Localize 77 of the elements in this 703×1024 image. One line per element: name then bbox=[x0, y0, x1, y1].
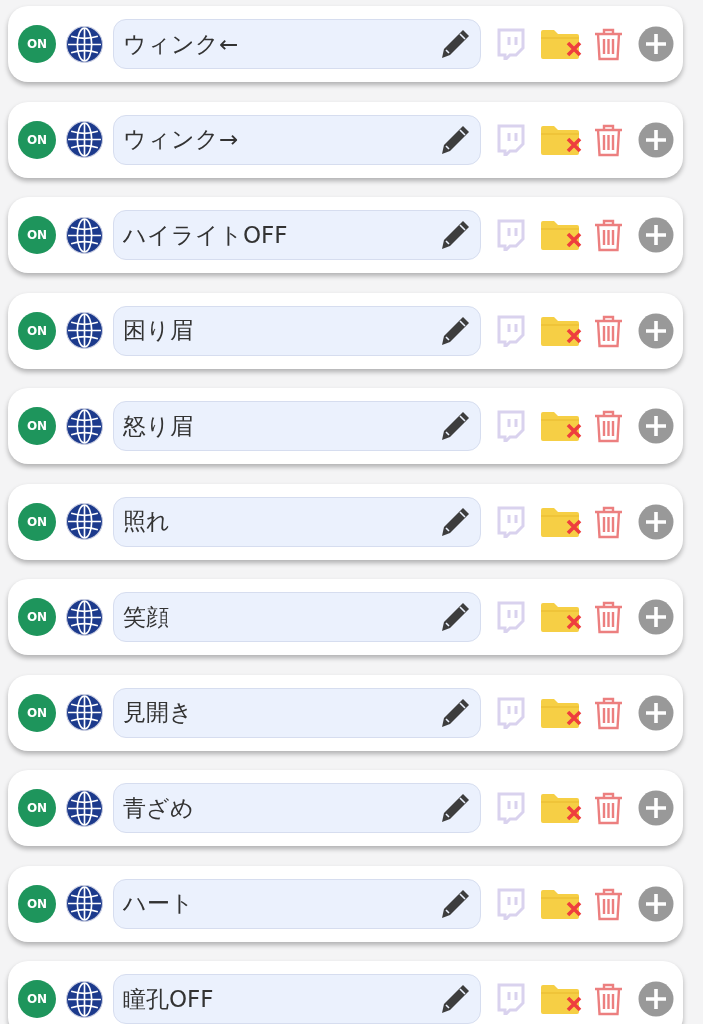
add-icon[interactable] bbox=[638, 694, 674, 731]
pencil-icon[interactable] bbox=[439, 219, 471, 251]
trash-icon[interactable] bbox=[594, 122, 623, 157]
folder-delete-icon[interactable] bbox=[540, 219, 582, 251]
pencil-icon[interactable] bbox=[439, 983, 471, 1015]
globe-icon[interactable] bbox=[66, 216, 103, 254]
trash-icon[interactable] bbox=[594, 791, 623, 825]
name-field[interactable]: 見開き bbox=[113, 687, 481, 738]
name-field[interactable]: 笑顔 bbox=[113, 592, 481, 642]
folder-delete-icon[interactable] bbox=[540, 123, 582, 156]
folder-delete-icon[interactable] bbox=[540, 887, 582, 920]
on-toggle[interactable]: ON bbox=[18, 407, 56, 445]
folder-delete-icon[interactable] bbox=[540, 28, 582, 60]
add-icon[interactable] bbox=[638, 981, 674, 1017]
trash-icon[interactable] bbox=[594, 982, 623, 1016]
name-field[interactable]: ウィンク→ bbox=[113, 114, 481, 165]
add-icon[interactable] bbox=[638, 885, 674, 922]
on-toggle[interactable]: ON bbox=[18, 502, 56, 541]
globe-icon[interactable] bbox=[66, 407, 103, 445]
globe-icon[interactable] bbox=[66, 694, 103, 731]
globe-icon[interactable] bbox=[66, 121, 103, 158]
folder-delete-icon[interactable] bbox=[540, 601, 582, 633]
add-icon[interactable] bbox=[638, 599, 674, 635]
name-field[interactable]: ハイライトOFF bbox=[113, 210, 481, 260]
add-icon[interactable] bbox=[638, 312, 674, 349]
globe-icon[interactable] bbox=[66, 312, 103, 349]
name-field[interactable]: 怒り眉 bbox=[113, 401, 481, 451]
on-toggle[interactable]: ON bbox=[18, 216, 56, 254]
on-toggle[interactable]: ON bbox=[18, 311, 56, 350]
folder-delete-icon[interactable] bbox=[540, 696, 582, 729]
globe-icon[interactable] bbox=[66, 789, 103, 827]
on-toggle[interactable]: ON bbox=[18, 980, 56, 1018]
folder-delete-icon[interactable] bbox=[540, 314, 582, 347]
add-icon[interactable] bbox=[638, 790, 674, 826]
name-field[interactable]: 困り眉 bbox=[113, 305, 481, 356]
pencil-icon[interactable] bbox=[439, 410, 471, 442]
add-icon[interactable] bbox=[638, 408, 674, 444]
globe-icon[interactable] bbox=[66, 503, 103, 540]
pencil-icon[interactable] bbox=[439, 505, 471, 538]
name-field[interactable]: ウィンク← bbox=[113, 19, 481, 69]
name-field[interactable]: ハート bbox=[113, 878, 481, 929]
folder-delete-icon[interactable] bbox=[540, 983, 582, 1015]
add-icon[interactable] bbox=[638, 26, 674, 62]
folder-delete-icon[interactable] bbox=[540, 410, 582, 442]
name-field[interactable]: 青ざめ bbox=[113, 783, 481, 833]
trash-icon[interactable] bbox=[594, 600, 623, 634]
add-icon[interactable] bbox=[638, 121, 674, 158]
folder-delete-icon[interactable] bbox=[540, 792, 582, 824]
trash-icon[interactable] bbox=[594, 218, 623, 252]
pencil-icon[interactable] bbox=[439, 601, 471, 633]
trash-icon[interactable] bbox=[594, 695, 623, 730]
globe-icon[interactable] bbox=[66, 598, 103, 636]
add-icon[interactable] bbox=[638, 503, 674, 540]
globe-icon[interactable] bbox=[66, 980, 103, 1018]
trash-icon[interactable] bbox=[594, 409, 623, 443]
trash-icon[interactable] bbox=[594, 313, 623, 348]
on-toggle[interactable]: ON bbox=[18, 789, 56, 827]
name-field[interactable]: 照れ bbox=[113, 496, 481, 547]
pencil-icon[interactable] bbox=[439, 696, 471, 729]
pencil-icon[interactable] bbox=[439, 792, 471, 824]
pencil-icon[interactable] bbox=[439, 887, 471, 920]
trash-icon[interactable] bbox=[594, 27, 623, 61]
globe-icon[interactable] bbox=[66, 25, 103, 63]
on-toggle[interactable]: ON bbox=[18, 120, 56, 159]
name-field[interactable]: 瞳孔OFF bbox=[113, 974, 481, 1024]
add-icon[interactable] bbox=[638, 217, 674, 253]
pencil-icon[interactable] bbox=[439, 314, 471, 347]
on-toggle[interactable]: ON bbox=[18, 598, 56, 636]
on-toggle[interactable]: ON bbox=[18, 884, 56, 923]
pencil-icon[interactable] bbox=[439, 123, 471, 156]
folder-delete-icon[interactable] bbox=[540, 505, 582, 538]
pencil-icon[interactable] bbox=[439, 28, 471, 60]
on-toggle[interactable]: ON bbox=[18, 693, 56, 732]
trash-icon[interactable] bbox=[594, 504, 623, 539]
globe-icon[interactable] bbox=[66, 885, 103, 922]
trash-icon[interactable] bbox=[594, 886, 623, 921]
on-toggle[interactable]: ON bbox=[18, 25, 56, 63]
